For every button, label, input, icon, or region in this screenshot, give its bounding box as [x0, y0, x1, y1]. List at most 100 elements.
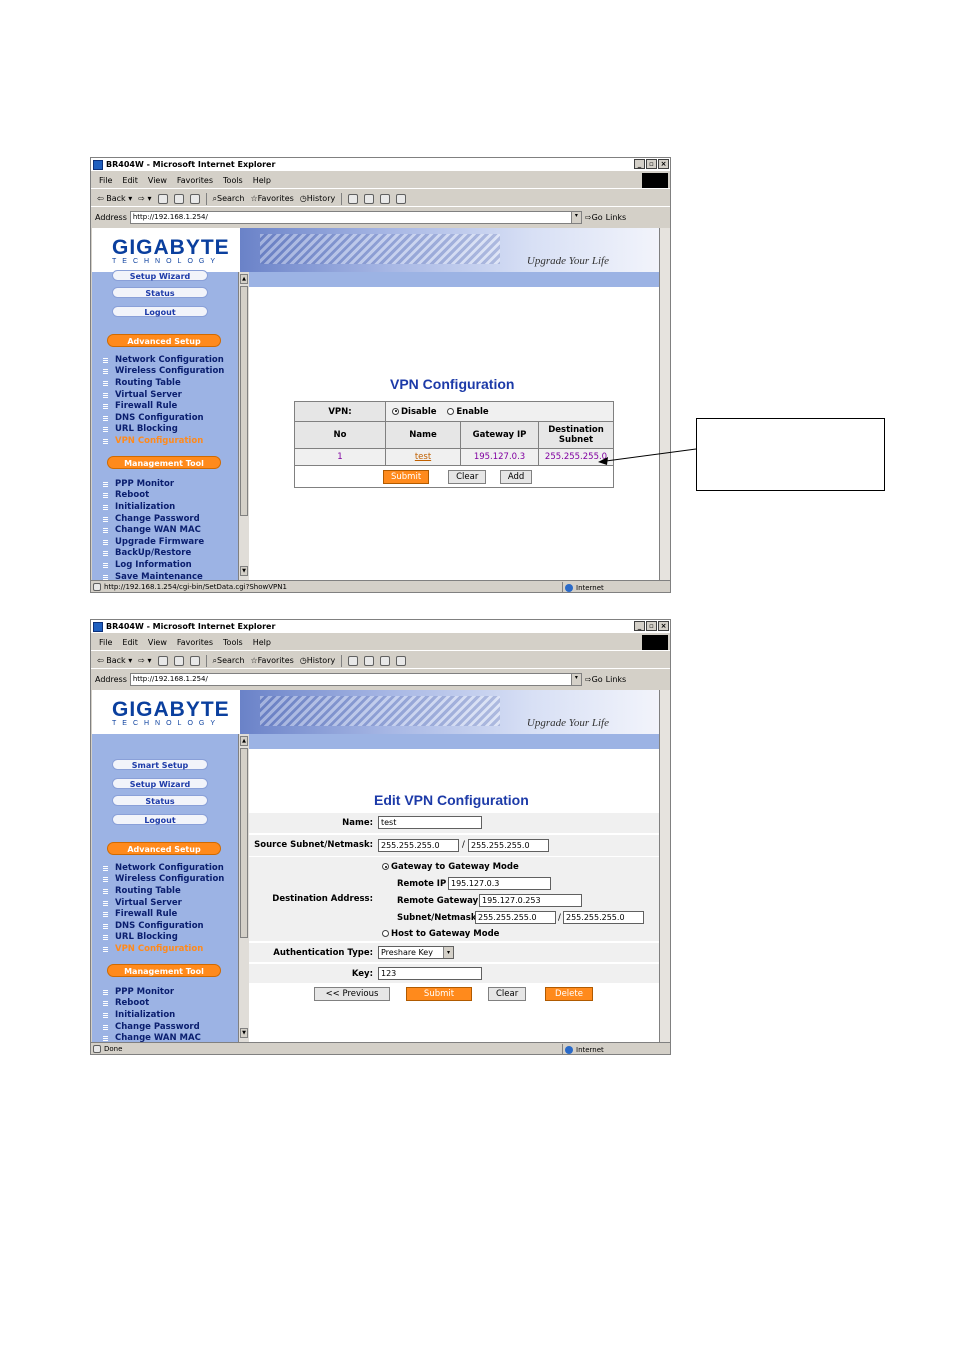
status-text: Done [104, 1045, 123, 1053]
ie-icon [93, 621, 103, 632]
menu-file[interactable]: File [99, 638, 112, 647]
name-input[interactable]: test [378, 816, 482, 829]
key-input[interactable]: 123 [378, 967, 482, 980]
chevron-down-icon[interactable]: ▾ [443, 947, 453, 958]
sidebar-scrollbar[interactable]: ▲ ▼ [238, 734, 249, 1042]
status-button[interactable]: Status [112, 795, 208, 806]
nav-url-blocking[interactable]: URL Blocking [103, 932, 224, 944]
mail-icon[interactable] [348, 655, 359, 666]
status-bar: Done Internet [91, 1042, 670, 1054]
windows-logo-icon [642, 635, 668, 650]
edit-icon[interactable] [380, 655, 391, 666]
logout-button[interactable]: Logout [112, 814, 208, 825]
remote-gateway-input[interactable]: 195.127.0.253 [479, 894, 582, 907]
gateway-mode-radio[interactable]: Gateway to Gateway Mode [382, 862, 519, 872]
menu-favorites[interactable]: Favorites [177, 638, 213, 647]
scroll-thumb[interactable] [240, 748, 248, 938]
scroll-up-icon[interactable]: ▲ [240, 736, 248, 746]
nav-wireless-configuration[interactable]: Wireless Configuration [103, 874, 224, 886]
minimize-button[interactable]: _ [634, 621, 645, 631]
key-label: Key: [351, 969, 373, 979]
window-title: BR404W - Microsoft Internet Explorer [106, 622, 276, 631]
address-label: Address [95, 674, 127, 684]
key-row: Key: 123 [249, 964, 659, 983]
delete-button[interactable]: Delete [545, 987, 593, 1001]
dest-netmask-input[interactable]: 255.255.255.0 [563, 911, 644, 924]
page-scrollbar[interactable] [659, 690, 670, 1042]
nav-vpn-configuration[interactable]: VPN Configuration [103, 943, 224, 955]
chevron-down-icon[interactable]: ▾ [570, 673, 581, 685]
name-row: Name: test [249, 813, 659, 833]
auth-select[interactable]: Preshare Key ▾ [378, 946, 454, 959]
auth-row: Authentication Type: Preshare Key ▾ [249, 943, 659, 962]
search-button[interactable]: ⌕Search [213, 656, 245, 666]
links-button[interactable]: Links [606, 675, 627, 684]
nav-initialization[interactable]: Initialization [103, 1009, 201, 1021]
remote-ip-label: Remote IP [397, 879, 447, 889]
close-button[interactable]: × [658, 621, 669, 631]
address-bar: Address http://192.168.1.254/ ▾ ⇨Go Link… [91, 671, 670, 687]
clear-button[interactable]: Clear [488, 987, 526, 1001]
go-button[interactable]: ⇨Go [585, 675, 603, 684]
banner-image: Upgrade Your Life [240, 690, 659, 734]
address-input[interactable]: http://192.168.1.254/ ▾ [129, 672, 582, 686]
forward-button[interactable]: ⇨ ▾ [138, 656, 151, 665]
discuss-icon[interactable] [396, 655, 407, 666]
nav-firewall-rule[interactable]: Firewall Rule [103, 908, 224, 920]
nav-routing-table[interactable]: Routing Table [103, 885, 224, 897]
nav-change-wan-mac[interactable]: Change WAN MAC [103, 1032, 201, 1042]
advanced-setup-header: Advanced Setup [107, 842, 221, 855]
page-icon [93, 1045, 101, 1053]
menu-view[interactable]: View [148, 638, 167, 647]
auth-label: Authentication Type: [273, 948, 373, 958]
page-header: GIGABYTE TECHNOLOGY Upgrade Your Life [92, 690, 659, 734]
source-subnet-input[interactable]: 255.255.255.0 [378, 839, 459, 852]
smart-setup-button[interactable]: Smart Setup [112, 759, 208, 770]
management-tool-header: Management Tool [107, 964, 221, 977]
restore-button[interactable]: ▫ [646, 621, 657, 631]
remote-ip-input[interactable]: 195.127.0.3 [448, 877, 551, 890]
destination-label: Destination Address: [272, 894, 373, 904]
menu-tools[interactable]: Tools [223, 638, 243, 647]
setup-wizard-button[interactable]: Setup Wizard [112, 778, 208, 789]
name-label: Name: [342, 818, 373, 828]
destination-row: Destination Address: Gateway to Gateway … [249, 857, 659, 941]
refresh-icon[interactable] [173, 655, 184, 666]
nav-dns-configuration[interactable]: DNS Configuration [103, 920, 224, 932]
technology-text: TECHNOLOGY [112, 720, 222, 727]
remote-gateway-label: Remote Gateway [397, 896, 479, 906]
main-content: Edit VPN Configuration Name: test Source… [249, 749, 659, 1042]
nav-virtual-server[interactable]: Virtual Server [103, 897, 224, 909]
home-icon[interactable] [189, 655, 200, 666]
back-button[interactable]: ⇦ Back ▾ [97, 656, 132, 665]
toolbar: ⇦ Back ▾ ⇨ ▾ ⌕Search ☆Favorites ◷History [91, 653, 670, 669]
page-viewport: GIGABYTE TECHNOLOGY Upgrade Your Life Sm… [92, 690, 659, 1042]
history-button[interactable]: ◷History [300, 656, 335, 665]
dest-subnet-input[interactable]: 255.255.255.0 [475, 911, 556, 924]
globe-icon [565, 1045, 573, 1054]
submit-button[interactable]: Submit [406, 987, 472, 1001]
subnet-netmask-label: Subnet/Netmask [397, 913, 477, 923]
menu-bar: File Edit View Favorites Tools Help [91, 635, 670, 651]
menu-help[interactable]: Help [253, 638, 271, 647]
browser-window-edit-vpn: BR404W - Microsoft Internet Explorer _ ▫… [90, 619, 671, 1055]
source-netmask-input[interactable]: 255.255.255.0 [468, 839, 549, 852]
title-bar: BR404W - Microsoft Internet Explorer _ ▫… [91, 620, 670, 633]
stop-icon[interactable] [157, 655, 168, 666]
favorites-button[interactable]: ☆Favorites [250, 656, 293, 665]
print-icon[interactable] [364, 655, 375, 666]
gigabyte-logo: GIGABYTE [112, 698, 230, 721]
page-title: Edit VPN Configuration [374, 792, 529, 808]
sidebar: Smart Setup Setup Wizard Status Logout A… [92, 734, 238, 1042]
host-mode-radio[interactable]: Host to Gateway Mode [382, 929, 499, 939]
nav-reboot[interactable]: Reboot [103, 998, 201, 1010]
nav-ppp-monitor[interactable]: PPP Monitor [103, 986, 201, 998]
nav-change-password[interactable]: Change Password [103, 1021, 201, 1033]
nav-network-configuration[interactable]: Network Configuration [103, 862, 224, 874]
menu-edit[interactable]: Edit [122, 638, 138, 647]
previous-button[interactable]: << Previous [314, 987, 390, 1001]
management-nav: PPP Monitor Reboot Initialization Change… [103, 986, 201, 1042]
scroll-down-icon[interactable]: ▼ [240, 1028, 248, 1038]
content-strip [249, 734, 659, 749]
source-row: Source Subnet/Netmask: 255.255.255.0 / 2… [249, 835, 659, 856]
